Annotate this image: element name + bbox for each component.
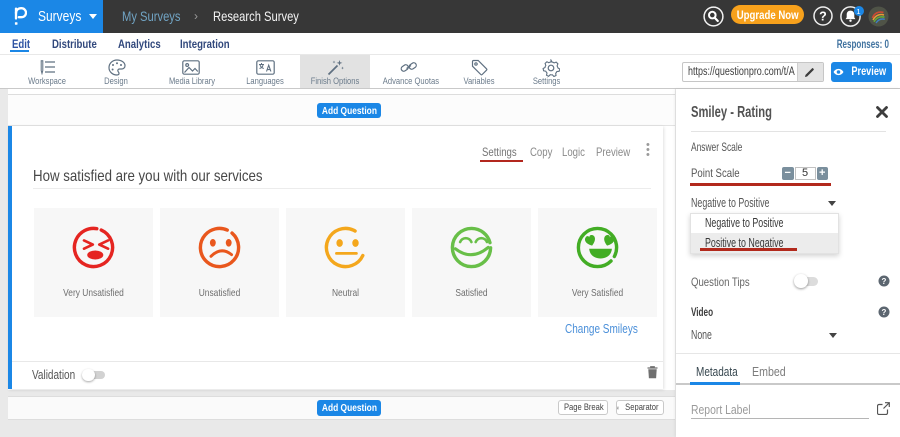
svg-text:?: ? — [819, 10, 827, 24]
svg-text:?: ? — [882, 308, 887, 317]
svg-text:?: ? — [882, 277, 887, 286]
